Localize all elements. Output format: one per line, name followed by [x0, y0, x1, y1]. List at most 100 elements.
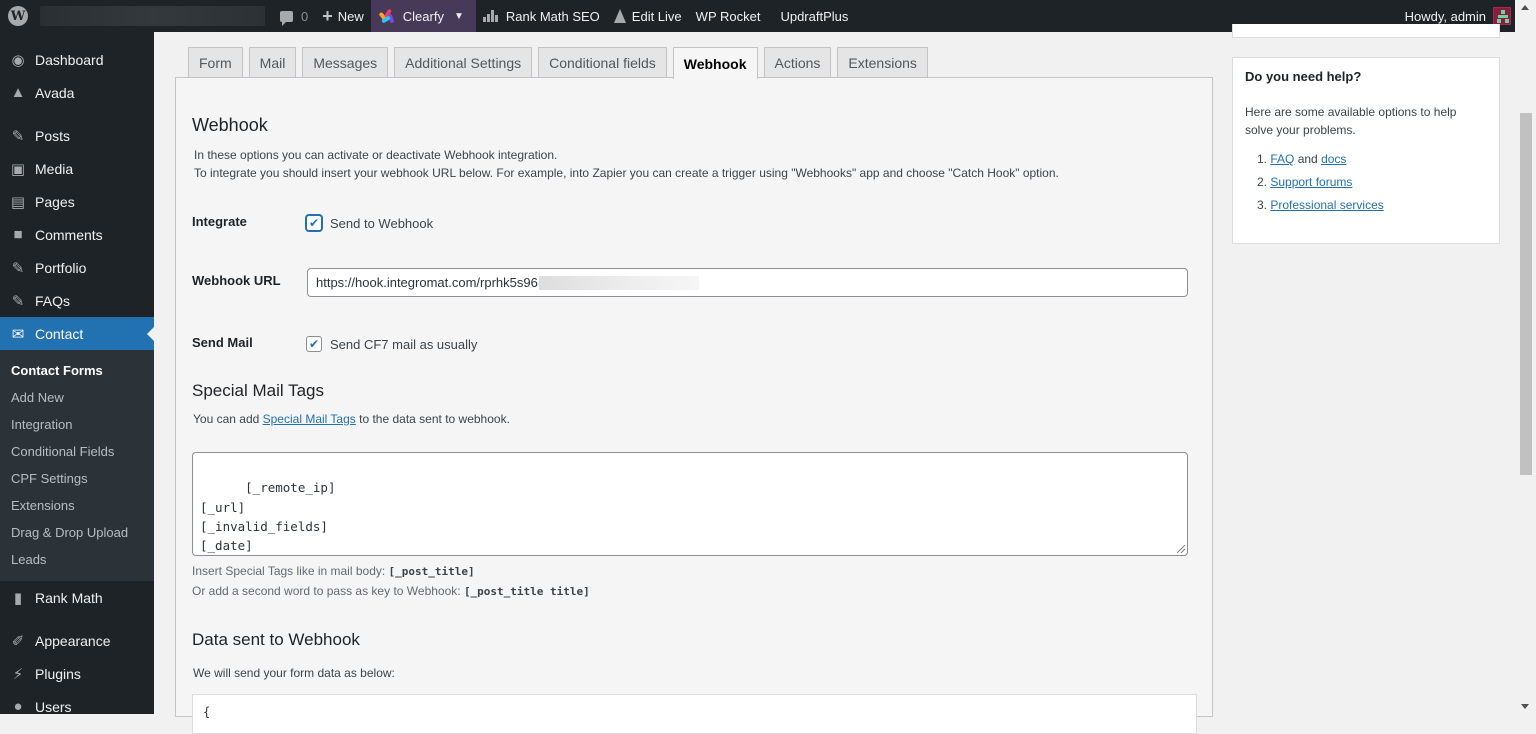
help-box: Do you need help? Here are some availabl…: [1232, 57, 1500, 244]
submenu-leads[interactable]: Leads: [0, 546, 154, 573]
scroll-up-icon[interactable]: [1521, 5, 1529, 10]
dashboard-icon: ◉: [11, 51, 25, 69]
howdy-label: Howdy, admin: [1404, 8, 1486, 24]
avatar: [1493, 7, 1511, 25]
sidebar-item-label: Rank Math: [35, 589, 103, 606]
sidebar-item-plugins[interactable]: ⚡ Plugins: [0, 657, 154, 690]
user-icon: ●: [13, 698, 23, 715]
tab-webhook[interactable]: Webhook: [672, 47, 758, 79]
support-forums-link[interactable]: Support forums: [1270, 175, 1352, 189]
sidebar-item-portfolio[interactable]: ✎ Portfolio: [0, 251, 154, 284]
submenu-cpf-settings[interactable]: CPF Settings: [0, 465, 154, 492]
send-to-webhook-checkbox[interactable]: ✔ Send to Webhook: [306, 215, 433, 231]
chevron-down-icon: ▼: [453, 10, 464, 22]
submenu-extensions[interactable]: Extensions: [0, 492, 154, 519]
tab-messages[interactable]: Messages: [302, 47, 389, 78]
sidebar-item-label: Portfolio: [35, 259, 87, 276]
updraftplus-label: UpdraftPlus: [780, 8, 849, 24]
rank-math-seo-menu[interactable]: Rank Math SEO: [476, 0, 607, 32]
webhook-url-input[interactable]: https://hook.integromat.com/rprhk5s96: [307, 268, 1188, 297]
sidebar-item-faqs[interactable]: ✎ FAQs: [0, 284, 154, 317]
sidebar-item-dashboard[interactable]: ◉ Dashboard: [0, 43, 154, 76]
data-sent-heading: Data sent to Webhook: [192, 630, 360, 649]
submenu-conditional-fields[interactable]: Conditional Fields: [0, 438, 154, 465]
description-line: In these options you can activate or dea…: [194, 148, 558, 162]
special-mail-tags-description: You can add Special Mail Tags to the dat…: [193, 412, 510, 426]
sidebar-item-avada[interactable]: ▲ Avada: [0, 76, 154, 109]
tab-extensions[interactable]: Extensions: [837, 47, 928, 78]
url-value: https://hook.integromat.com/rprhk5s96: [316, 275, 538, 290]
sidebar-item-contact[interactable]: ✉ Contact: [0, 317, 154, 350]
edit-live-button[interactable]: Edit Live: [607, 0, 689, 32]
help-text: Here are some available options to help …: [1245, 105, 1457, 137]
text: and: [1294, 152, 1322, 166]
comment-icon: ■: [13, 226, 23, 243]
special-tags-key-note: Or add a second word to pass as key to W…: [192, 584, 590, 598]
sidebar-item-rank-math[interactable]: ▮ Rank Math: [0, 581, 154, 614]
rank-math-label: Rank Math SEO: [505, 8, 600, 24]
resize-handle-icon[interactable]: [1177, 545, 1185, 553]
submenu-add-new[interactable]: Add New: [0, 384, 154, 411]
sidebar-item-pages[interactable]: ▤ Pages: [0, 185, 154, 218]
special-mail-tags-link[interactable]: Special Mail Tags: [263, 412, 356, 426]
text: to the data sent to webhook.: [355, 412, 510, 426]
sidebar-item-label: Comments: [35, 226, 103, 243]
editor-tabs: Form Mail Messages Additional Settings C…: [188, 47, 928, 79]
redacted-text: [538, 275, 699, 290]
checkbox-checked-icon[interactable]: ✔: [306, 336, 322, 352]
site-name-link[interactable]: [40, 6, 265, 26]
note-code: [_post_title]: [388, 565, 475, 578]
docs-link[interactable]: docs: [1321, 152, 1346, 166]
page-scrollbar[interactable]: [1515, 0, 1536, 714]
scrollbar-thumb[interactable]: [1520, 113, 1532, 475]
tab-additional-settings[interactable]: Additional Settings: [394, 47, 533, 78]
comments-count: 0: [301, 8, 309, 24]
comments-button[interactable]: 0: [273, 0, 315, 32]
tab-mail[interactable]: Mail: [248, 47, 297, 78]
data-preview-text: {: [203, 705, 211, 719]
sidebar-item-users[interactable]: ● Users: [0, 690, 154, 723]
sidebar-box-top: [1232, 24, 1500, 38]
scroll-down-icon[interactable]: [1521, 704, 1529, 709]
submenu-integration[interactable]: Integration: [0, 411, 154, 438]
sidebar-item-posts[interactable]: ✎ Posts: [0, 119, 154, 152]
sidebar-item-media[interactable]: ▣ Media: [0, 152, 154, 185]
submenu-contact-forms[interactable]: Contact Forms: [0, 357, 154, 384]
mail-icon: ✉: [11, 325, 25, 343]
updraftplus-menu[interactable]: UpdraftPlus: [773, 0, 855, 32]
sidebar-item-label: Contact: [35, 325, 84, 342]
note-text: Insert Special Tags like in mail body:: [192, 564, 389, 578]
brush-icon: ✐: [11, 632, 25, 650]
professional-services-link[interactable]: Professional services: [1270, 198, 1383, 212]
help-list-item: 3. Professional services: [1257, 198, 1487, 221]
submenu-drag-drop-upload[interactable]: Drag & Drop Upload: [0, 519, 154, 546]
wordpress-logo-button[interactable]: W: [0, 0, 36, 32]
sidebar-item-label: Plugins: [35, 665, 81, 682]
media-icon: ▣: [10, 160, 26, 178]
wp-rocket-label: WP Rocket: [695, 8, 761, 24]
tab-actions[interactable]: Actions: [763, 47, 832, 78]
tab-conditional-fields[interactable]: Conditional fields: [538, 47, 667, 78]
clearfy-label: Clearfy: [402, 8, 444, 24]
faq-link[interactable]: FAQ: [1270, 152, 1294, 166]
new-label: New: [337, 8, 364, 24]
sidebar-item-label: Users: [35, 698, 72, 715]
checkbox-checked-icon[interactable]: ✔: [306, 215, 322, 231]
wp-rocket-menu[interactable]: WP Rocket: [689, 0, 768, 32]
webhook-panel: Webhook In these options you can activat…: [175, 77, 1213, 734]
sidebar-item-appearance[interactable]: ✐ Appearance: [0, 624, 154, 657]
webhook-title: Webhook: [192, 115, 268, 135]
main-content: Form Mail Messages Additional Settings C…: [154, 32, 1215, 734]
new-content-button[interactable]: + New: [315, 0, 371, 32]
list-number: 3.: [1257, 198, 1268, 212]
sidebar-item-comments[interactable]: ■ Comments: [0, 218, 154, 251]
special-mail-tags-textarea[interactable]: [_remote_ip] [_url] [_invalid_fields] [_…: [192, 452, 1188, 556]
send-cf7-mail-checkbox[interactable]: ✔ Send CF7 mail as usually: [306, 336, 477, 352]
checkbox-label: Send to Webhook: [330, 215, 434, 231]
help-title: Do you need help?: [1245, 69, 1362, 84]
text: You can add: [193, 412, 263, 426]
clearfy-menu[interactable]: Clearfy ▼: [370, 0, 476, 32]
help-list-item: 1. FAQ and docs: [1257, 152, 1487, 175]
tab-form[interactable]: Form: [188, 47, 243, 78]
contact-submenu: Contact Forms Add New Integration Condit…: [0, 350, 154, 581]
